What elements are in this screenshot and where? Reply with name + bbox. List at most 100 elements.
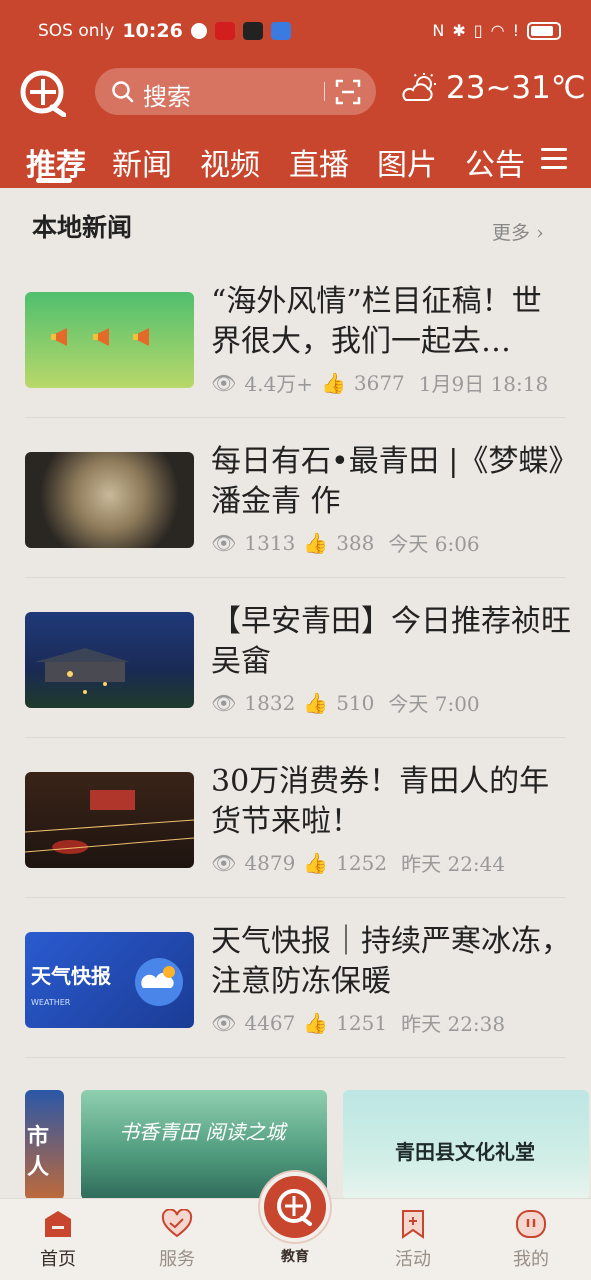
nav-services[interactable]: 服务 <box>137 1209 217 1271</box>
publish-time: 今天 6:06 <box>388 532 480 556</box>
news-meta: 👁 1313 👍 388 今天 6:06 <box>211 528 480 557</box>
weather-widget[interactable]: 23~31℃ <box>400 70 586 106</box>
nav-label: 活动 <box>395 1249 431 1270</box>
view-count: 4.4万+ <box>244 372 313 396</box>
menu-icon[interactable] <box>541 148 567 170</box>
tab-pictures[interactable]: 图片 <box>377 140 437 184</box>
publish-time: 昨天 22:44 <box>401 852 506 876</box>
news-title: 30万消费券！青田人的年货节来啦！ <box>211 764 550 839</box>
news-meta: 👁 4879 👍 1252 昨天 22:44 <box>211 848 505 877</box>
nav-label: 教育 <box>281 1249 309 1265</box>
eye-icon: 👁 <box>211 690 237 715</box>
active-tab-indicator <box>36 178 72 183</box>
tab-announcements[interactable]: 公告 <box>465 140 525 184</box>
news-item[interactable]: 天气快报 WEATHER 天气快报｜持续严寒冰冻，注意防冻保暖 👁 4467 👍… <box>0 922 591 1082</box>
bluetooth-icon: ✱ <box>452 21 466 40</box>
night-house-image <box>35 648 130 694</box>
news-thumbnail <box>25 452 194 548</box>
eye-icon: 👁 <box>211 850 237 875</box>
divider <box>25 737 566 738</box>
news-meta: 👁 1832 👍 510 今天 7:00 <box>211 688 480 717</box>
tab-live[interactable]: 直播 <box>289 140 349 184</box>
more-label: 更多 <box>492 222 531 244</box>
weather-temperature: 23~31℃ <box>446 70 586 106</box>
view-count: 1832 <box>244 690 296 715</box>
news-item[interactable]: 【早安青田】今日推荐祯旺吴畲 👁 1832 👍 510 今天 7:00 <box>0 602 591 762</box>
tab-news[interactable]: 新闻 <box>112 140 172 184</box>
news-title: 天气快报｜持续严寒冰冻，注意防冻保暖 <box>211 924 571 999</box>
heart-icon <box>161 1209 193 1238</box>
news-thumbnail <box>25 772 194 868</box>
like-count: 3677 <box>353 370 405 395</box>
nav-activities[interactable]: 活动 <box>373 1209 453 1271</box>
eye-icon: 👁 <box>211 370 237 395</box>
search-bar[interactable]: 搜索 <box>95 68 376 115</box>
thumbs-up-icon: 👍 <box>303 530 329 555</box>
tab-video[interactable]: 视频 <box>200 140 260 184</box>
thumbs-up-icon: 👍 <box>303 850 329 875</box>
divider <box>25 577 566 578</box>
thumbs-up-icon: 👍 <box>303 690 329 715</box>
clock: 10:26 <box>122 20 183 42</box>
home-icon <box>45 1211 71 1237</box>
thumbs-up-icon: 👍 <box>303 1010 329 1035</box>
market-night-image <box>25 790 194 854</box>
banner-card[interactable]: 青田县文化礼堂 <box>343 1090 589 1200</box>
view-count: 4879 <box>244 850 296 875</box>
app-notification-icon <box>270 22 291 40</box>
eye-icon: 👁 <box>211 1010 237 1035</box>
divider <box>25 897 566 898</box>
news-title: 每日有石•最青田 |《梦蝶》潘金青 作 <box>211 444 564 519</box>
news-item[interactable]: “海外风情”栏目征稿！世界很大，我们一起去… 👁 4.4万+ 👍 3677 1月… <box>0 282 591 442</box>
news-title: 【早安青田】今日推荐祯旺吴畲 <box>211 604 571 679</box>
nav-home[interactable]: 首页 <box>18 1209 98 1271</box>
nfc-icon: N <box>432 21 445 40</box>
scan-icon[interactable] <box>335 79 361 105</box>
news-thumbnail: 天气快报 WEATHER <box>25 932 194 1028</box>
nav-label: 服务 <box>159 1249 195 1270</box>
category-tabs: 推荐 新闻 视频 直播 图片 公告 <box>0 134 591 188</box>
thumbnail-subcaption: WEATHER <box>31 998 71 1007</box>
notification-icon <box>190 23 207 39</box>
thumbs-up-icon: 👍 <box>320 370 346 395</box>
nav-label: 我的 <box>513 1249 549 1270</box>
divider <box>25 1057 566 1058</box>
bookmark-icon <box>402 1210 424 1239</box>
like-count: 510 <box>336 690 375 715</box>
weather-icon <box>135 958 183 1006</box>
app-logo-icon[interactable] <box>20 67 66 117</box>
banner-text: 青田县文化礼堂 <box>395 1140 535 1164</box>
app-header: SOS only 10:26 N ✱ ▯ ◠ ! 搜索 23~31℃ 推荐 新闻… <box>0 0 591 188</box>
status-bar: SOS only 10:26 N ✱ ▯ ◠ ! <box>0 0 591 64</box>
publish-time: 昨天 22:38 <box>401 1012 506 1036</box>
eye-icon: 👁 <box>211 530 237 555</box>
news-title: “海外风情”栏目征稿！世界很大，我们一起去… <box>211 284 542 359</box>
alert-icon: ! <box>512 21 519 40</box>
like-count: 1252 <box>336 850 388 875</box>
nav-profile[interactable]: 我的 <box>491 1209 571 1271</box>
divider <box>25 417 566 418</box>
search-placeholder: 搜索 <box>143 83 191 111</box>
banner-card[interactable]: 市人 <box>25 1090 64 1200</box>
section-title: 本地新闻 <box>32 213 133 242</box>
app-notification-icon <box>242 22 263 40</box>
banner-text: 市人 <box>27 1124 50 1180</box>
megaphone-icon <box>51 328 149 346</box>
search-icon <box>112 81 134 103</box>
more-link[interactable]: 更多 › <box>492 218 544 245</box>
chevron-right-icon: › <box>536 222 544 244</box>
like-count: 388 <box>336 530 375 555</box>
news-meta: 👁 4467 👍 1251 昨天 22:38 <box>211 1008 505 1037</box>
app-notification-icon <box>214 22 235 40</box>
like-count: 1251 <box>336 1010 388 1035</box>
profile-icon <box>516 1210 546 1238</box>
news-item[interactable]: 每日有石•最青田 |《梦蝶》潘金青 作 👁 1313 👍 388 今天 6:06 <box>0 442 591 602</box>
publish-time: 今天 7:00 <box>388 692 480 716</box>
publish-time: 1月9日 18:18 <box>418 372 549 396</box>
partly-cloudy-icon <box>402 73 436 101</box>
vibrate-icon: ▯ <box>473 21 483 40</box>
nav-education-button[interactable] <box>260 1172 330 1242</box>
news-item[interactable]: 30万消费券！青田人的年货节来啦！ 👁 4879 👍 1252 昨天 22:44 <box>0 762 591 922</box>
thumbnail-caption: 天气快报 <box>31 964 111 988</box>
news-thumbnail <box>25 292 194 388</box>
